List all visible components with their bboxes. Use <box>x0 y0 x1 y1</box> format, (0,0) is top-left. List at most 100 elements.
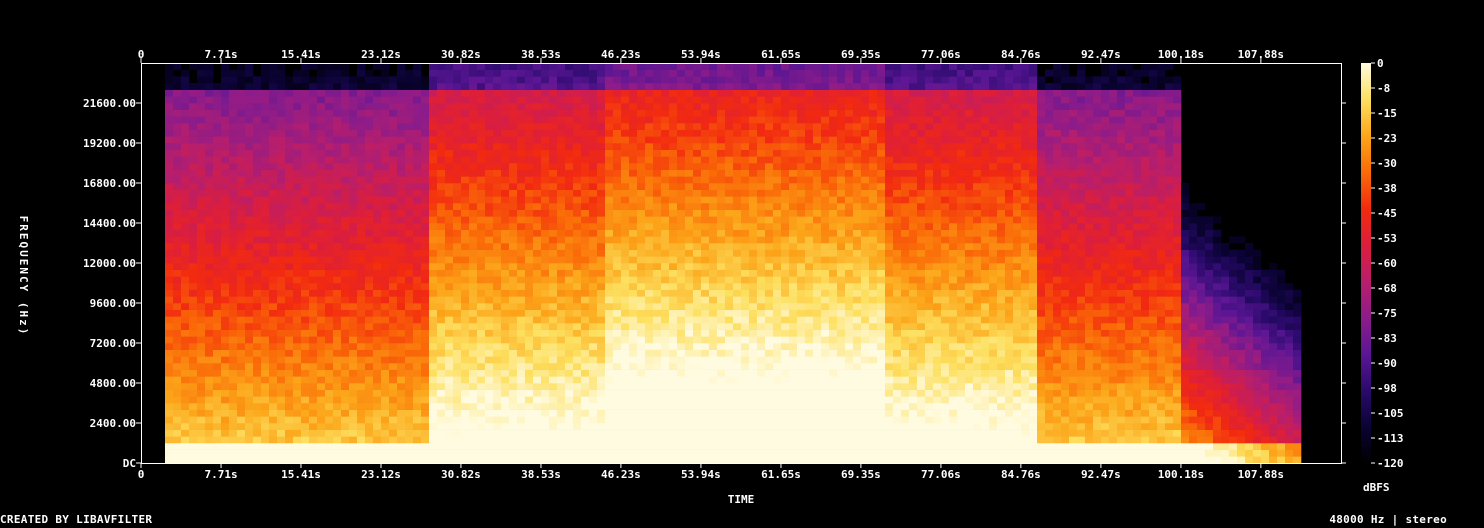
spectrogram-cell <box>629 363 638 370</box>
spectrogram-cell <box>549 389 558 397</box>
spectrogram-cell <box>757 336 766 344</box>
spectrogram-cell <box>565 183 574 190</box>
spectrogram-cell <box>365 263 374 270</box>
spectrogram-cell <box>301 289 310 297</box>
spectrogram-cell <box>197 256 206 264</box>
spectrogram-cell <box>605 369 614 377</box>
spectrogram-cell <box>477 436 486 444</box>
spectrogram-cell <box>461 296 470 304</box>
spectrogram-cell <box>749 456 758 464</box>
spectrogram-cell <box>173 283 182 290</box>
spectrogram-cell <box>285 429 294 437</box>
spectrogram-cell <box>381 223 390 230</box>
spectrogram-cell <box>261 149 270 157</box>
spectrogram-cell <box>613 456 622 464</box>
spectrogram-cell <box>781 69 790 77</box>
spectrogram-cell <box>485 436 494 444</box>
spectrogram-cell <box>221 303 230 310</box>
spectrogram-cell <box>773 443 782 450</box>
spectrogram-cell <box>397 89 406 97</box>
spectrogram-cell <box>309 109 318 117</box>
spectrogram-cell <box>301 243 310 250</box>
spectrogram-cell <box>501 216 510 224</box>
spectrogram-cell <box>341 269 350 277</box>
spectrogram-cell <box>589 183 598 190</box>
spectrogram-cell <box>333 276 342 284</box>
spectrogram-cell <box>245 389 254 397</box>
spectrogram-cell <box>325 383 334 390</box>
spectrogram-cell <box>765 176 774 184</box>
spectrogram-cell <box>725 183 734 190</box>
spectrogram-cell <box>357 303 366 310</box>
spectrogram-cell <box>229 316 238 324</box>
spectrogram-cell <box>421 356 430 364</box>
spectrogram-cell <box>605 156 614 164</box>
spectrogram-cell <box>565 356 574 364</box>
spectrogram-cell <box>677 143 686 150</box>
spectrogram-cell <box>437 256 446 264</box>
spectrogram-cell <box>661 63 670 70</box>
spectrogram-cell <box>629 83 638 90</box>
spectrogram-cell <box>221 456 230 464</box>
spectrogram-cell <box>229 83 238 90</box>
spectrogram-cell <box>357 283 366 290</box>
spectrogram-cell <box>605 269 614 277</box>
spectrogram-cell <box>293 103 302 110</box>
spectrogram-cell <box>733 116 742 124</box>
spectrogram-cell <box>533 129 542 137</box>
spectrogram-cell <box>637 403 646 410</box>
spectrogram-cell <box>557 143 566 150</box>
spectrogram-cell <box>525 216 534 224</box>
spectrogram-cell <box>413 403 422 410</box>
spectrogram-cell <box>229 169 238 177</box>
spectrogram-cell <box>637 296 646 304</box>
spectrogram-cell <box>533 423 542 430</box>
spectrogram-cell <box>565 229 574 237</box>
spectrogram-cell <box>701 349 710 357</box>
spectrogram-cell <box>181 149 190 157</box>
spectrogram-cell <box>653 276 662 284</box>
spectrogram-cell <box>541 236 550 244</box>
spectrogram-cell <box>741 189 750 197</box>
spectrogram-cell <box>637 449 646 457</box>
spectrogram-cell <box>205 256 214 264</box>
spectrogram-cell <box>309 443 318 450</box>
spectrogram-cell <box>693 369 702 377</box>
spectrogram-cell <box>165 276 174 284</box>
spectrogram-cell <box>477 296 486 304</box>
spectrogram-cell <box>653 136 662 144</box>
spectrogram-cell <box>261 109 270 117</box>
spectrogram-cell <box>277 383 286 390</box>
spectrogram-cell <box>533 296 542 304</box>
spectrogram-cell <box>733 149 742 157</box>
spectrogram-cell <box>797 96 806 104</box>
spectrogram-cell <box>509 269 518 277</box>
spectrogram-cell <box>685 409 694 417</box>
spectrogram-cell <box>677 309 686 317</box>
spectrogram-cell <box>285 83 294 90</box>
spectrogram-cell <box>581 103 590 110</box>
spectrogram-cell <box>637 63 646 70</box>
spectrogram-cell <box>341 229 350 237</box>
spectrogram-cell <box>701 136 710 144</box>
spectrogram-cell <box>709 236 718 244</box>
spectrogram-cell <box>405 176 414 184</box>
spectrogram-cell <box>317 349 326 357</box>
spectrogram-cell <box>605 409 614 417</box>
spectrogram-cell <box>181 216 190 224</box>
spectrogram-cell <box>181 69 190 77</box>
spectrogram-cell <box>549 436 558 444</box>
spectrogram-cell <box>341 89 350 97</box>
spectrogram-cell <box>685 96 694 104</box>
spectrogram-cell <box>517 189 526 197</box>
spectrogram-cell <box>349 389 358 397</box>
spectrogram-cell <box>213 403 222 410</box>
spectrogram-cell <box>525 263 534 270</box>
spectrogram-cell <box>261 289 270 297</box>
spectrogram-cell <box>581 443 590 450</box>
spectrogram-cell <box>189 89 198 97</box>
spectrogram-cell <box>381 156 390 164</box>
spectrogram-cell <box>389 189 398 197</box>
spectrogram-cell <box>709 336 718 344</box>
spectrogram-cell <box>309 449 318 457</box>
